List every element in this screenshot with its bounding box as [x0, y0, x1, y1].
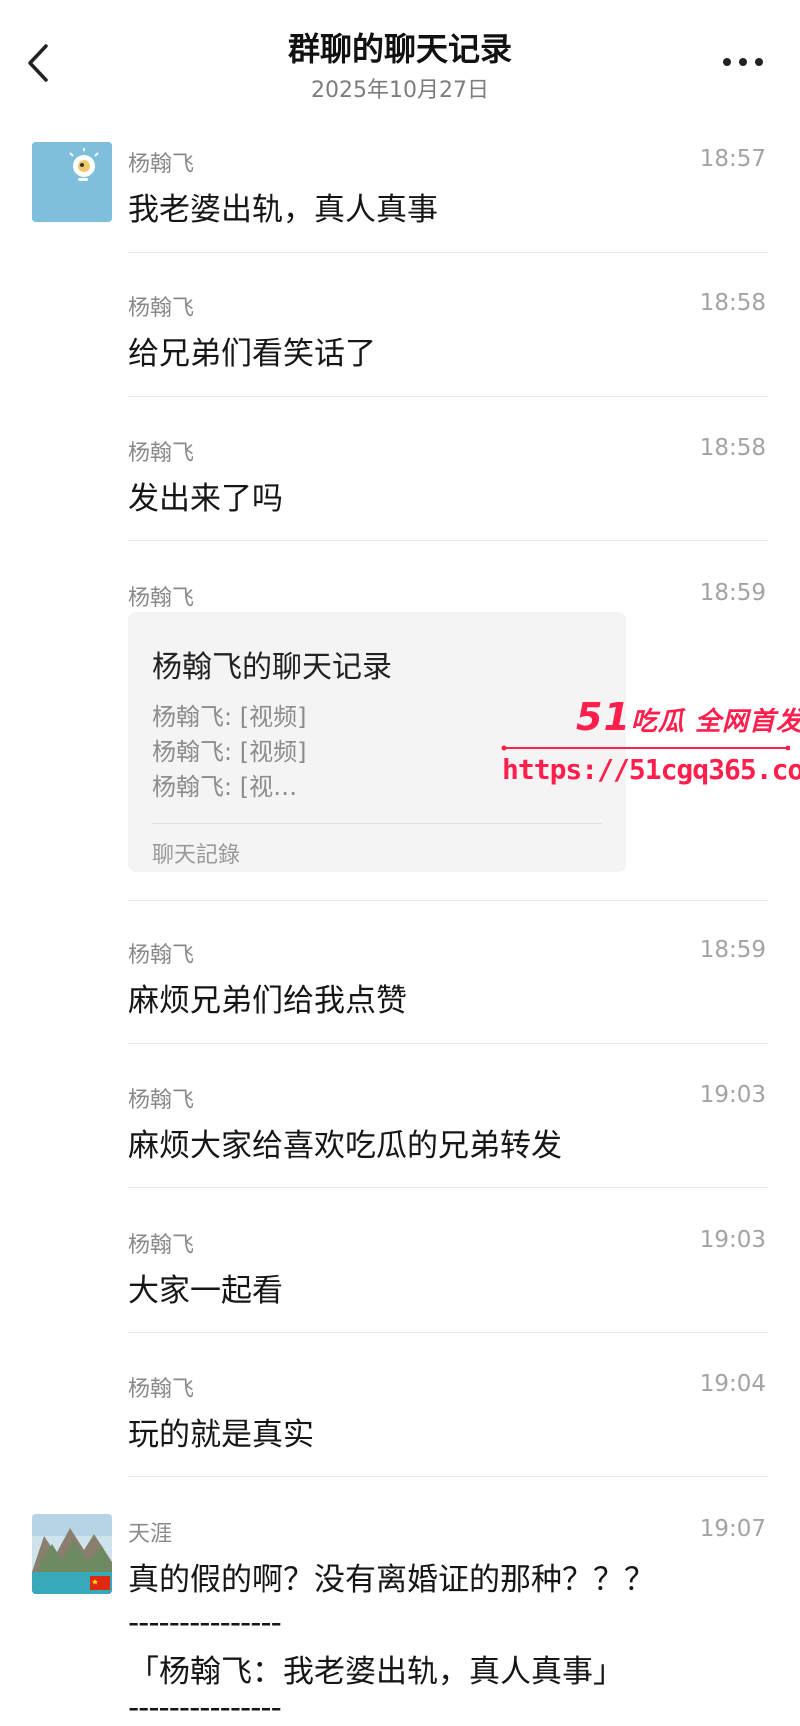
message-sender: 杨翰飞 [128, 586, 195, 611]
watermark-text: 吃瓜 全网首发 [630, 707, 800, 737]
message-sender: 杨翰飞 [128, 1233, 195, 1258]
message-time: 19:04 [699, 1371, 766, 1397]
message-text[interactable]: 麻烦兄弟们给我点赞 [128, 975, 407, 1020]
message-time: 18:57 [699, 146, 766, 172]
message-time: 18:58 [699, 435, 766, 461]
message-text[interactable]: 大家一起看 [128, 1265, 283, 1310]
watermark-url: https://51cgq365.com [502, 753, 800, 786]
watermark-number: 51 [576, 695, 631, 739]
page-title: 群聊的聊天记录 [287, 30, 512, 68]
divider [128, 1187, 768, 1188]
divider [128, 1043, 768, 1044]
message-sender: 杨翰飞 [128, 943, 195, 968]
message-sender: 杨翰飞 [128, 1088, 195, 1113]
divider [128, 900, 768, 901]
more-icon[interactable] [718, 50, 768, 74]
card-line: 杨翰飞: [视… [152, 773, 298, 801]
message-text[interactable]: 真的假的啊？没有离婚证的那种？？？ [128, 1554, 655, 1599]
watermark-brand: 51吃瓜 全网首发 [576, 695, 800, 739]
message-sender: 杨翰飞 [128, 152, 195, 177]
divider [128, 1476, 768, 1477]
watermark: 51吃瓜 全网首发 https://51cgq365.com [500, 695, 800, 795]
message-time: 19:03 [699, 1227, 766, 1253]
message-time: 19:03 [699, 1082, 766, 1108]
avatar[interactable] [32, 142, 112, 222]
message-sender: 杨翰飞 [128, 1377, 195, 1402]
page-date: 2025年10月27日 [311, 78, 489, 103]
message-text[interactable]: 玩的就是真实 [128, 1409, 314, 1454]
header: 群聊的聊天记录 2025年10月27日 [0, 0, 800, 120]
message-time: 18:59 [699, 937, 766, 963]
watermark-line [501, 745, 790, 751]
card-line: 杨翰飞: [视频] [152, 738, 307, 766]
quote-separator: --------------- [128, 1605, 282, 1641]
message-text[interactable]: 发出来了吗 [128, 473, 283, 518]
message-sender: 杨翰飞 [128, 441, 195, 466]
message-text[interactable]: 给兄弟们看笑话了 [128, 328, 376, 373]
quoted-message: 「杨翰飞：我老婆出轨，真人真事」 [128, 1654, 624, 1690]
avatar[interactable] [32, 1514, 112, 1594]
message-text[interactable]: 我老婆出轨，真人真事 [128, 184, 438, 229]
message-sender: 杨翰飞 [128, 296, 195, 321]
divider [128, 540, 768, 541]
divider [128, 396, 768, 397]
message-text[interactable]: 麻烦大家给喜欢吃瓜的兄弟转发 [128, 1120, 562, 1165]
message-sender: 天涯 [128, 1522, 173, 1547]
card-title: 杨翰飞的聊天记录 [152, 650, 392, 685]
card-divider [152, 823, 602, 824]
divider [128, 1332, 768, 1333]
message-time: 19:07 [699, 1516, 766, 1542]
quote-separator: --------------- [128, 1690, 282, 1726]
divider [128, 252, 768, 253]
card-footer: 聊天記錄 [152, 843, 241, 868]
message-time: 18:58 [699, 290, 766, 316]
card-line: 杨翰飞: [视频] [152, 703, 307, 731]
message-time: 18:59 [699, 580, 766, 606]
